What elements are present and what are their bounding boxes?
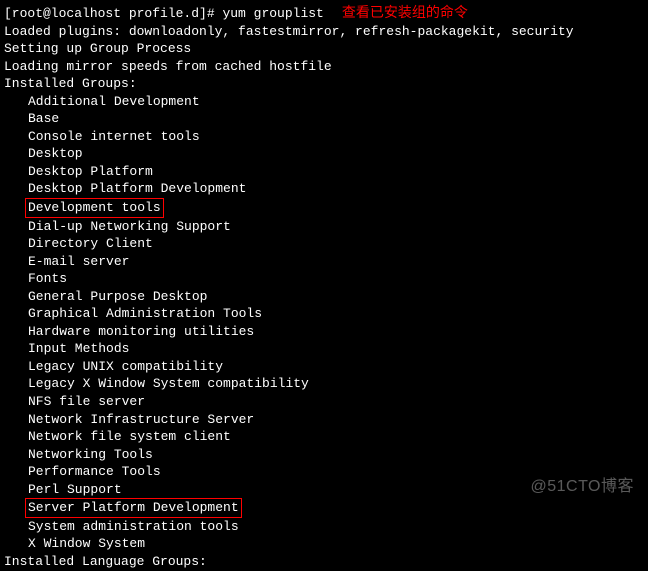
group-item: Directory Client xyxy=(4,235,644,253)
group-item: Network Infrastructure Server xyxy=(4,411,644,429)
group-item: Desktop Platform Development xyxy=(4,180,644,198)
group-item: Legacy X Window System compatibility xyxy=(4,375,644,393)
group-item: Fonts xyxy=(4,270,644,288)
group-item: System administration tools xyxy=(4,518,644,536)
group-item: X Window System xyxy=(4,535,644,553)
group-item: Server Platform Development xyxy=(4,498,644,518)
shell-prompt: [root@localhost profile.d]# xyxy=(4,6,222,21)
annotation-text: 查看已安装组的命令 xyxy=(342,4,468,20)
group-item: Console internet tools xyxy=(4,128,644,146)
output-line: Setting up Group Process xyxy=(4,40,644,58)
output-line: Loading mirror speeds from cached hostfi… xyxy=(4,58,644,76)
group-item: Input Methods xyxy=(4,340,644,358)
group-item: Graphical Administration Tools xyxy=(4,305,644,323)
highlighted-group: Server Platform Development xyxy=(25,498,242,518)
footer-line: Installed Language Groups: xyxy=(4,553,644,571)
group-item: Dial-up Networking Support xyxy=(4,218,644,236)
output-line: Loaded plugins: downloadonly, fastestmir… xyxy=(4,23,644,41)
output-block: Loaded plugins: downloadonly, fastestmir… xyxy=(4,23,644,93)
group-item: Desktop xyxy=(4,145,644,163)
group-item: Base xyxy=(4,110,644,128)
typed-command: yum grouplist xyxy=(222,6,323,21)
group-item: NFS file server xyxy=(4,393,644,411)
group-item: Additional Development xyxy=(4,93,644,111)
command-line[interactable]: [root@localhost profile.d]# yum grouplis… xyxy=(4,3,644,23)
group-item: Desktop Platform xyxy=(4,163,644,181)
output-line: Installed Groups: xyxy=(4,75,644,93)
group-item: Development tools xyxy=(4,198,644,218)
group-item: Networking Tools xyxy=(4,446,644,464)
group-item: Network file system client xyxy=(4,428,644,446)
highlighted-group: Development tools xyxy=(25,198,164,218)
group-item: General Purpose Desktop xyxy=(4,288,644,306)
group-item: Hardware monitoring utilities xyxy=(4,323,644,341)
watermark: @51CTO博客 xyxy=(530,476,634,498)
group-item: Legacy UNIX compatibility xyxy=(4,358,644,376)
group-item: E-mail server xyxy=(4,253,644,271)
